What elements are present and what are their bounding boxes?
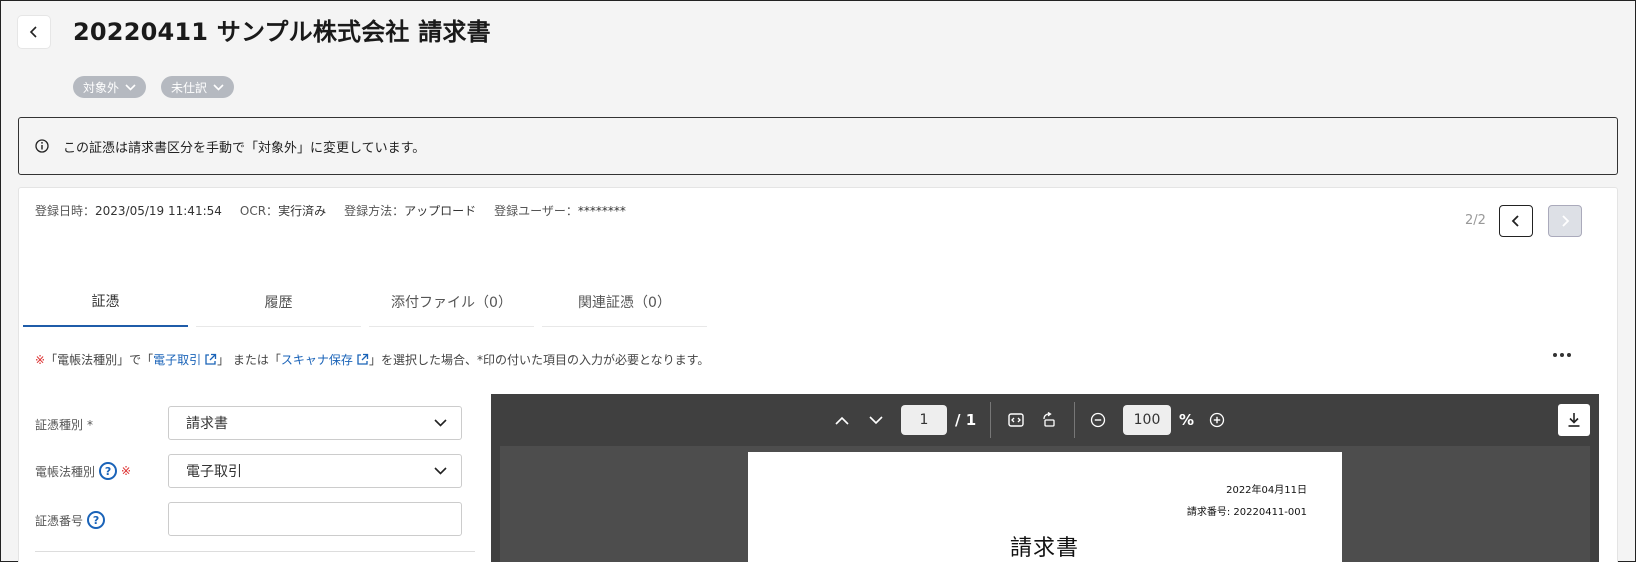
hint-text-1: 「電帳法種別」で「 bbox=[45, 353, 154, 367]
chevron-down-icon bbox=[869, 415, 883, 424]
external-link-icon bbox=[357, 353, 369, 365]
e-book-law-type-label: 電帳法種別 ? ※ bbox=[35, 462, 131, 480]
tag-label: 未仕訳 bbox=[171, 80, 208, 95]
help-icon[interactable]: ? bbox=[99, 462, 118, 480]
rotate-icon bbox=[1043, 412, 1055, 427]
notice-text: この証憑は請求書区分を手動で「対象外」に変更しています。 bbox=[63, 140, 426, 156]
document-invoice-number: 請求番号: 20220411-001 bbox=[1186, 507, 1307, 518]
page-total: / 1 bbox=[955, 411, 977, 429]
back-button[interactable] bbox=[18, 16, 50, 48]
voucher-type-label: 証憑種別 * bbox=[35, 416, 93, 433]
voucher-number-input[interactable] bbox=[168, 502, 462, 536]
chevron-down-icon bbox=[213, 83, 224, 91]
previous-record-button[interactable] bbox=[1499, 205, 1533, 237]
previous-page-button[interactable] bbox=[829, 407, 855, 433]
download-button[interactable] bbox=[1558, 404, 1590, 436]
form-divider bbox=[35, 551, 475, 552]
zoom-in-icon bbox=[1209, 412, 1225, 428]
zoom-in-button[interactable] bbox=[1204, 407, 1230, 433]
required-fields-hint: ※ 「電帳法種別」で「 電子取引 」 または「 スキャナ保存 」を選択した場合、… bbox=[35, 351, 709, 368]
zoom-input[interactable] bbox=[1123, 405, 1171, 435]
document-date: 2022年04月11日 bbox=[1226, 485, 1307, 496]
page-number-input[interactable] bbox=[901, 405, 947, 435]
zoom-out-icon bbox=[1090, 412, 1106, 428]
method-label: 登録方法： bbox=[344, 204, 405, 218]
fit-width-button[interactable] bbox=[1003, 407, 1029, 433]
user-value: ******** bbox=[577, 204, 626, 218]
hint-text-2: 」 または「 bbox=[217, 353, 281, 367]
chevron-left-icon bbox=[29, 26, 37, 38]
selected-value: 請求書 bbox=[186, 416, 228, 432]
conditional-mark: ※ bbox=[121, 464, 132, 478]
e-book-law-type-select[interactable]: 電子取引 bbox=[168, 454, 462, 488]
tab-attachments[interactable]: 添付ファイル（0） bbox=[369, 277, 534, 327]
tab-voucher[interactable]: 証憑 bbox=[23, 277, 188, 327]
voucher-number-label: 証憑番号 ? bbox=[35, 511, 106, 529]
tab-history[interactable]: 履歴 bbox=[196, 277, 361, 327]
download-icon bbox=[1568, 413, 1580, 427]
document-title: 請求書 bbox=[1010, 536, 1080, 561]
page-title: 20220411 サンプル株式会社 請求書 bbox=[73, 18, 491, 46]
pager-indicator: 2/2 bbox=[1465, 213, 1486, 228]
voucher-type-select[interactable]: 請求書 bbox=[168, 406, 462, 440]
toolbar-separator bbox=[990, 402, 991, 438]
user-label: 登録ユーザー： bbox=[494, 204, 578, 218]
more-options-button[interactable] bbox=[1547, 343, 1577, 367]
next-page-button[interactable] bbox=[863, 407, 889, 433]
zoom-out-button[interactable] bbox=[1085, 407, 1111, 433]
link-label: スキャナ保存 bbox=[280, 353, 353, 367]
help-icon[interactable]: ? bbox=[87, 511, 106, 529]
next-record-button[interactable] bbox=[1548, 205, 1582, 237]
info-icon bbox=[35, 139, 49, 153]
document-page: 2022年04月11日 請求番号: 20220411-001 請求書 bbox=[748, 452, 1342, 562]
external-link-icon bbox=[205, 353, 217, 365]
fit-width-icon bbox=[1008, 413, 1024, 427]
tag-label: 対象外 bbox=[83, 80, 120, 95]
ocr-value: 実行済み bbox=[278, 204, 327, 218]
ocr-label: OCR： bbox=[239, 204, 279, 218]
pdf-toolbar: / 1 % bbox=[491, 394, 1599, 446]
electronic-transaction-link[interactable]: 電子取引 bbox=[153, 351, 217, 368]
registration-meta: 登録日時：2023/05/19 11:41:54 OCR：実行済み 登録方法：ア… bbox=[35, 202, 626, 219]
chevron-left-icon bbox=[1511, 215, 1519, 227]
chevron-down-icon bbox=[434, 467, 447, 475]
tag-journal-status[interactable]: 未仕訳 bbox=[161, 76, 235, 98]
chevron-right-icon bbox=[1562, 215, 1570, 227]
label-text: 証憑種別 bbox=[35, 418, 84, 432]
notice-banner: この証憑は請求書区分を手動で「対象外」に変更しています。 bbox=[18, 117, 1618, 175]
method-value: アップロード bbox=[404, 204, 477, 218]
rotate-button[interactable] bbox=[1036, 407, 1062, 433]
hint-mark: ※ bbox=[35, 352, 46, 367]
hint-text-3: 」を選択した場合、*印の付いた項目の入力が必要となります。 bbox=[368, 353, 710, 367]
toolbar-separator bbox=[1074, 402, 1075, 438]
required-mark: * bbox=[87, 417, 94, 432]
link-label: 電子取引 bbox=[153, 353, 202, 367]
registered-label: 登録日時： bbox=[35, 204, 96, 218]
selected-value: 電子取引 bbox=[186, 464, 242, 480]
zoom-unit: % bbox=[1179, 411, 1195, 429]
chevron-down-icon bbox=[434, 419, 447, 427]
label-text: 証憑番号 bbox=[35, 513, 84, 528]
scanner-storage-link[interactable]: スキャナ保存 bbox=[281, 351, 369, 368]
registered-value: 2023/05/19 11:41:54 bbox=[95, 204, 222, 218]
chevron-down-icon bbox=[125, 83, 136, 91]
tag-invoice-category[interactable]: 対象外 bbox=[73, 76, 147, 98]
label-text: 電帳法種別 bbox=[35, 464, 96, 479]
chevron-up-icon bbox=[835, 416, 849, 425]
more-horizontal-icon bbox=[1553, 353, 1571, 357]
tab-related-vouchers[interactable]: 関連証憑（0） bbox=[542, 277, 707, 327]
